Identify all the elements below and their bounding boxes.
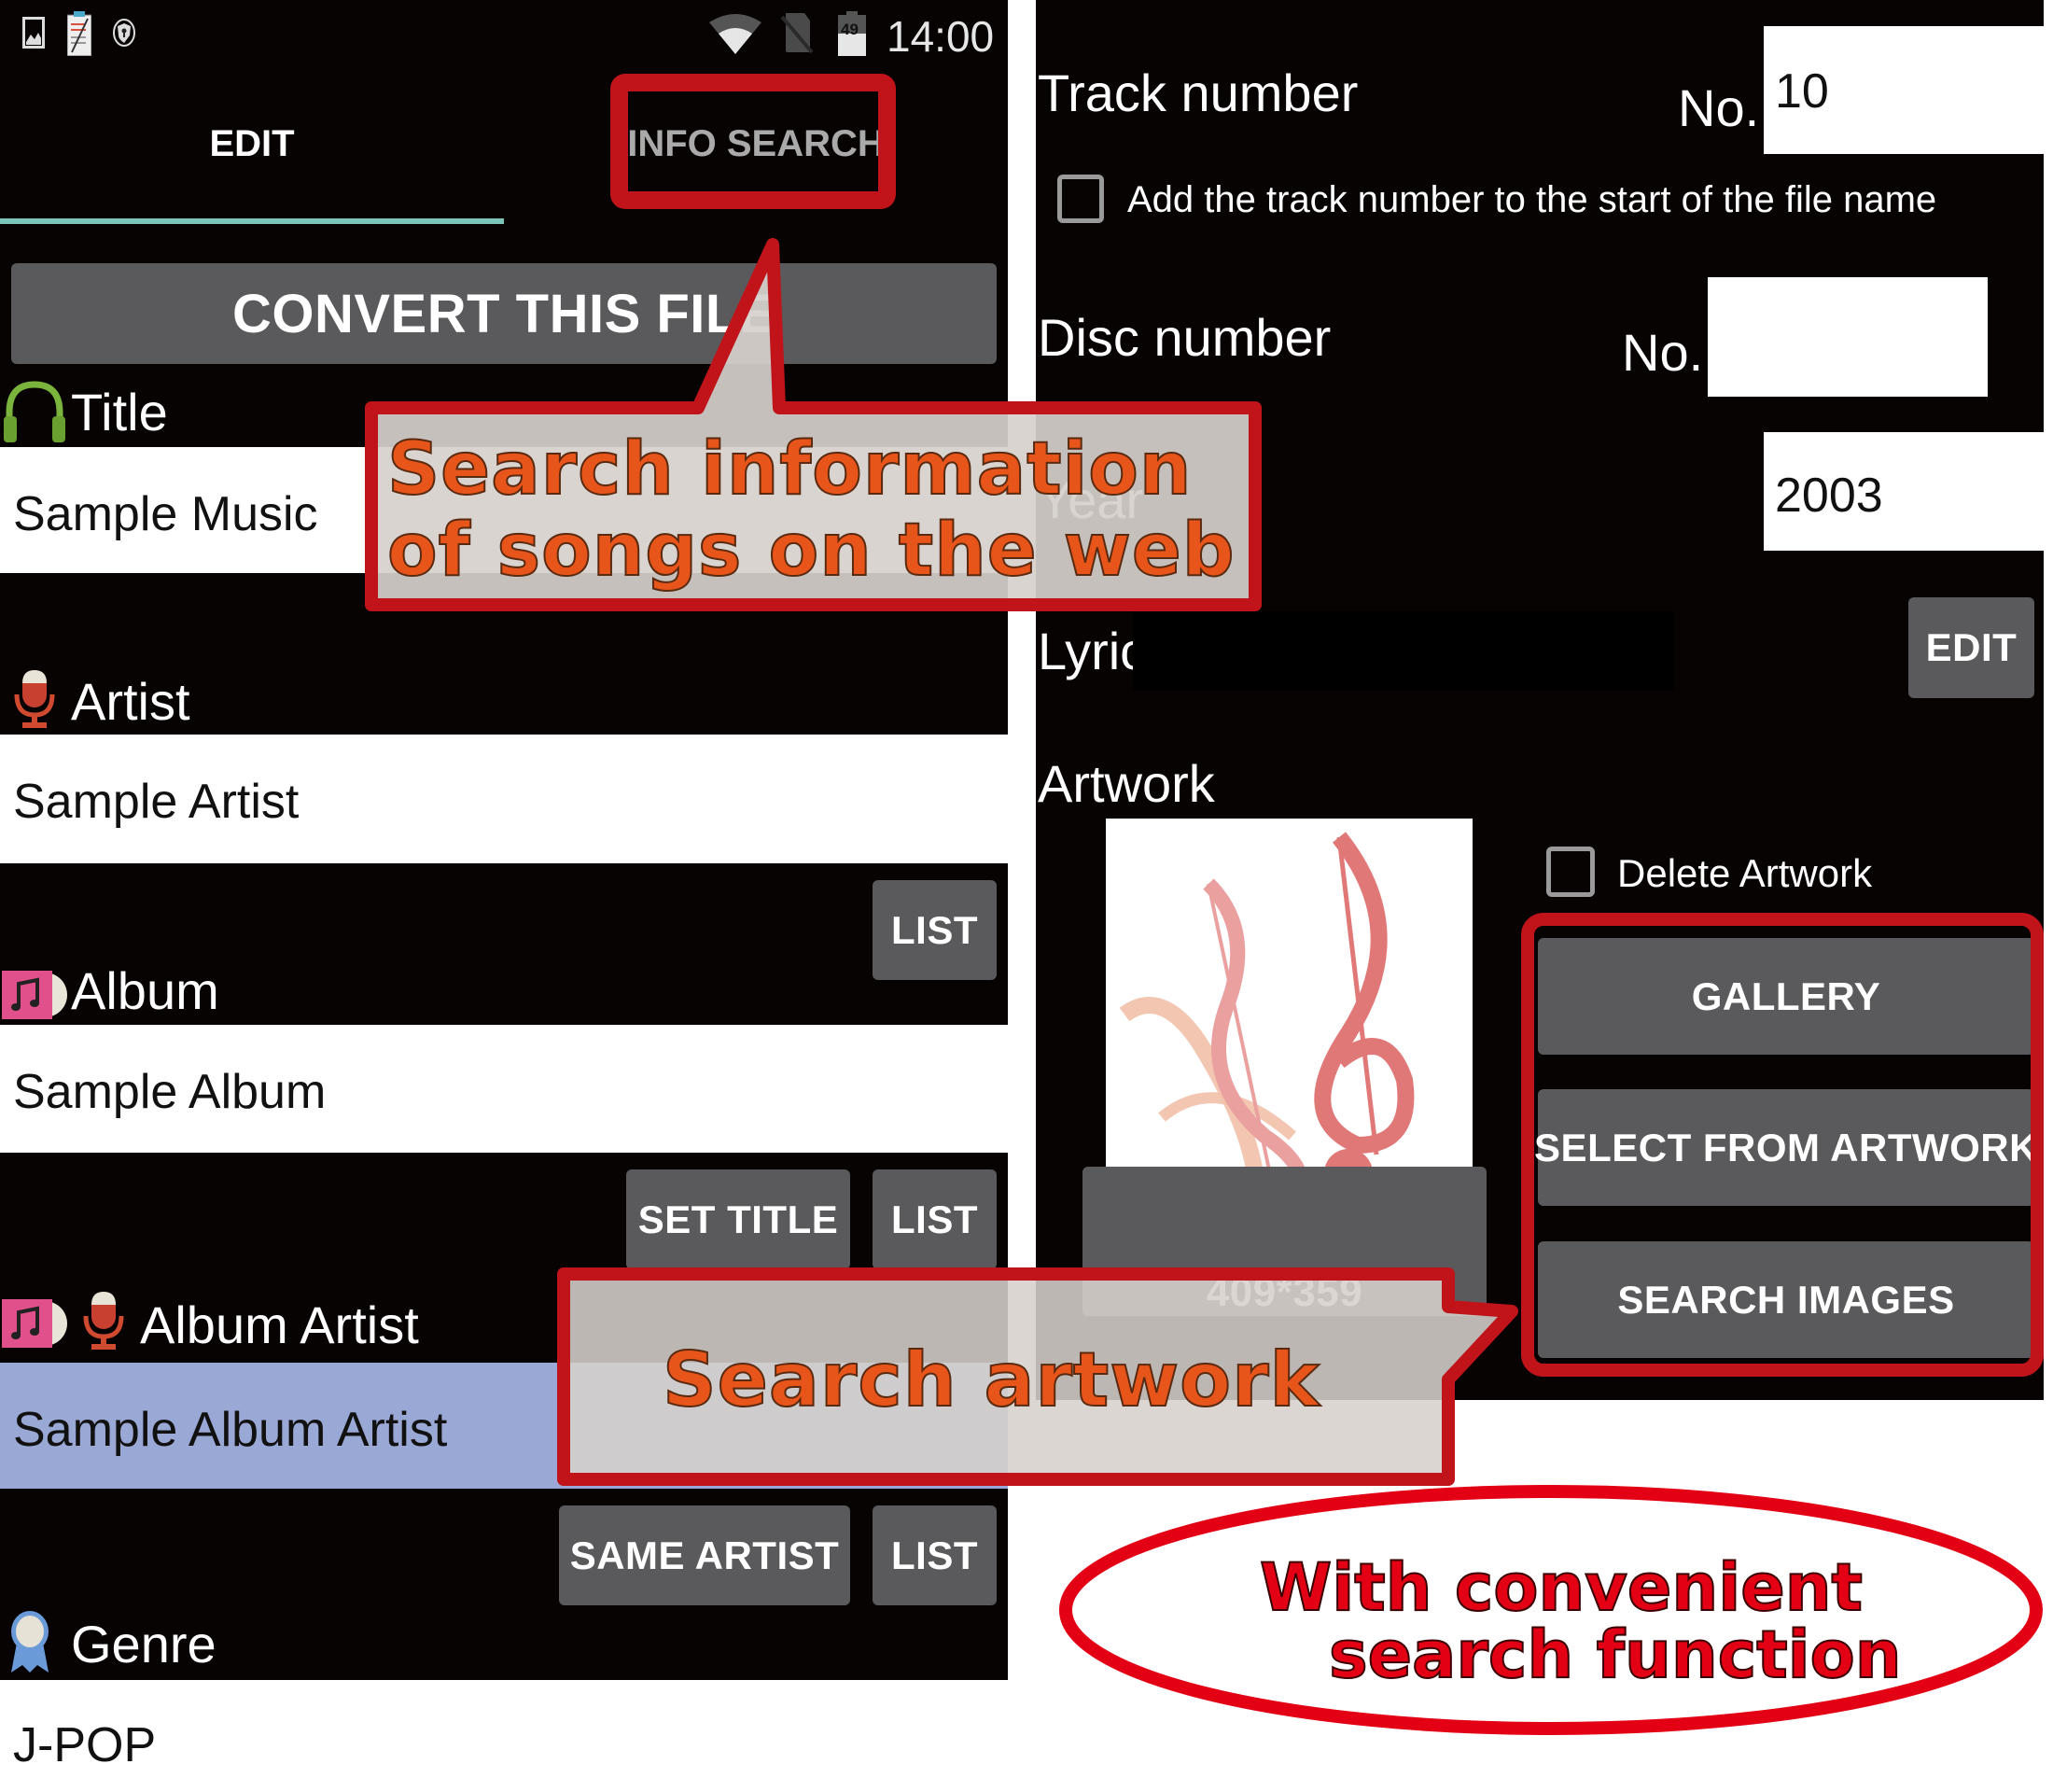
oval-line-1: With convenient (1259, 1548, 1864, 1627)
info-callout-shape (365, 238, 2043, 1735)
info-callout-line-2: of songs on the web (386, 508, 1236, 594)
artwork-callout-text: Search artwork (662, 1336, 1320, 1424)
info-callout-line-1: Search information (386, 427, 1193, 512)
oval-line-2: search function (1328, 1616, 1903, 1694)
